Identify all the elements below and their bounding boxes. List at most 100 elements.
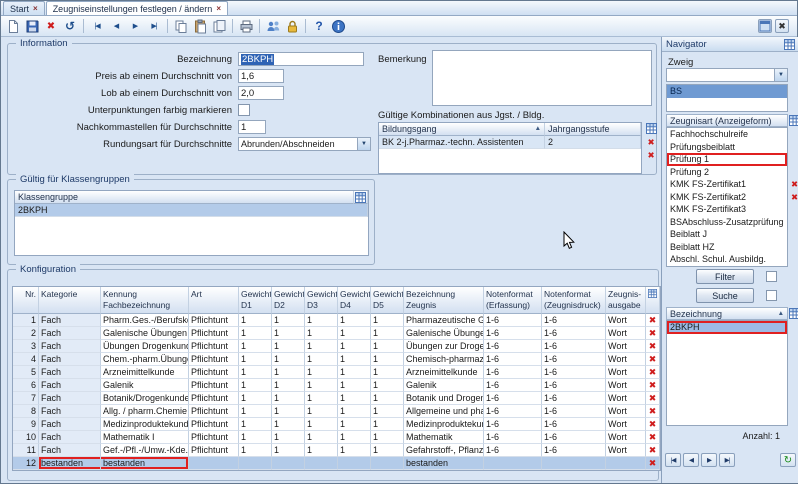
config-cell-g3[interactable]: 1	[305, 392, 338, 405]
config-cell-art[interactable]: Pflichtunt	[189, 340, 239, 353]
config-cell-kennung[interactable]: Chem.-pharm.Übungen	[101, 353, 189, 366]
config-cell-g3[interactable]	[305, 457, 338, 470]
config-cell-ausgabe[interactable]: Wort	[606, 379, 646, 392]
config-table-row[interactable]: 1FachPharm.Ges.-/Berufskde.Pflichtunt111…	[13, 314, 660, 327]
config-column-header[interactable]: Kennung Fachbezeichnung	[101, 287, 189, 314]
nav-last-icon[interactable]: ▶|	[719, 453, 735, 467]
config-column-header[interactable]: Gewicht D2	[272, 287, 305, 314]
config-cell-nr[interactable]: 5	[13, 366, 39, 379]
config-cell-ausgabe[interactable]: Wort	[606, 418, 646, 431]
undo-icon[interactable]: ↺	[61, 18, 79, 35]
nav-last-icon[interactable]: ▶|	[145, 18, 163, 35]
config-cell-g3[interactable]: 1	[305, 340, 338, 353]
config-cell-kennung[interactable]: Mathematik I	[101, 431, 189, 444]
zeugnisart-item[interactable]: Beiblatt J	[667, 228, 787, 241]
config-table-row[interactable]: 4FachChem.-pharm.ÜbungenPflichtunt11111C…	[13, 353, 660, 366]
config-cell-g5[interactable]: 1	[371, 340, 404, 353]
config-cell-g4[interactable]: 1	[338, 431, 371, 444]
chevron-down-icon[interactable]: ▼	[774, 69, 787, 81]
zeugnisart-item[interactable]: Fachhochschulreife	[667, 128, 787, 141]
config-cell-art[interactable]: Pflichtunt	[189, 405, 239, 418]
paste-icon[interactable]	[191, 18, 209, 35]
config-cell-g2[interactable]: 1	[272, 431, 305, 444]
bezeichnung-item[interactable]: 2BKPH	[667, 321, 787, 334]
nav-prev-icon[interactable]: ◀	[107, 18, 125, 35]
tab-close-icon[interactable]: ×	[33, 4, 38, 13]
config-cell-g5[interactable]: 1	[371, 418, 404, 431]
zeugnisart-item[interactable]: KMK FS-Zertifikat1	[667, 178, 787, 191]
config-cell-kennung[interactable]: Allg. / pharm.Chemie	[101, 405, 189, 418]
config-table-row[interactable]: 11FachGef.-/Pfl.-/Umw.-Kde.Pflichtunt111…	[13, 444, 660, 457]
config-cell-bezeichnung[interactable]: Gefahrstoff-, Pflanze...	[404, 444, 484, 457]
config-cell-nf1[interactable]: 1-6	[484, 405, 542, 418]
delete-row-icon[interactable]: ✖	[788, 190, 798, 203]
config-cell-g2[interactable]: 1	[272, 392, 305, 405]
nav-prev-icon[interactable]: ◀	[683, 453, 699, 467]
config-cell-kategorie[interactable]: Fach	[39, 340, 101, 353]
suche-checkbox[interactable]	[766, 290, 777, 301]
config-cell-g5[interactable]: 1	[371, 366, 404, 379]
config-cell-nf1[interactable]: 1-6	[484, 327, 542, 340]
config-cell-g4[interactable]: 1	[338, 379, 371, 392]
config-cell-bezeichnung[interactable]: Medizinproduktekun...	[404, 418, 484, 431]
config-column-header[interactable]: Kategorie	[39, 287, 101, 314]
config-cell-g4[interactable]: 1	[338, 340, 371, 353]
bemerkung-textarea[interactable]	[432, 50, 652, 106]
config-cell-nf2[interactable]: 1-6	[542, 444, 606, 457]
nav-first-icon[interactable]: |◀	[88, 18, 106, 35]
config-cell-art[interactable]: Pflichtunt	[189, 314, 239, 327]
delete-row-icon[interactable]: ✖	[646, 327, 660, 340]
bezeichnung-input[interactable]: 2BKPH	[238, 52, 364, 66]
config-cell-nr[interactable]: 1	[13, 314, 39, 327]
config-cell-art[interactable]: Pflichtunt	[189, 392, 239, 405]
config-cell-kategorie[interactable]: Fach	[39, 314, 101, 327]
config-cell-g4[interactable]: 1	[338, 405, 371, 418]
column-chooser-icon[interactable]	[788, 114, 798, 127]
config-cell-g5[interactable]: 1	[371, 353, 404, 366]
config-column-header[interactable]: Gewicht D3	[305, 287, 338, 314]
config-cell-g2[interactable]: 1	[272, 405, 305, 418]
config-cell-nf1[interactable]: 1-6	[484, 366, 542, 379]
tab-close-icon[interactable]: ×	[216, 4, 221, 13]
config-cell-kategorie[interactable]: Fach	[39, 444, 101, 457]
config-cell-g4[interactable]: 1	[338, 418, 371, 431]
config-cell-g5[interactable]	[371, 457, 404, 470]
tab-start[interactable]: Start ×	[3, 1, 45, 15]
config-cell-nr[interactable]: 3	[13, 340, 39, 353]
close-icon[interactable]: ✖	[775, 19, 789, 33]
config-cell-g2[interactable]: 1	[272, 327, 305, 340]
config-cell-bezeichnung[interactable]: Arzneimittelkunde	[404, 366, 484, 379]
config-cell-g4[interactable]: 1	[338, 314, 371, 327]
delete-row-icon[interactable]: ✖	[788, 177, 798, 190]
bezeichnung-header[interactable]: Bezeichnung ▲	[666, 307, 788, 320]
config-cell-ausgabe[interactable]: Wort	[606, 314, 646, 327]
config-cell-nf1[interactable]: 1-6	[484, 379, 542, 392]
zeugnisart-item[interactable]: Prüfung 1	[667, 153, 787, 166]
config-table-row[interactable]: 12bestandenbestandenbestanden✖	[13, 457, 660, 470]
config-cell-nr[interactable]: 10	[13, 431, 39, 444]
config-cell-g3[interactable]: 1	[305, 314, 338, 327]
config-cell-nf2[interactable]: 1-6	[542, 418, 606, 431]
config-cell-nr[interactable]: 7	[13, 392, 39, 405]
delete-row-icon[interactable]: ✖	[646, 314, 660, 327]
config-cell-art[interactable]: Pflichtunt	[189, 379, 239, 392]
delete-row-icon[interactable]: ✖	[646, 418, 660, 431]
config-cell-g2[interactable]	[272, 457, 305, 470]
config-cell-kennung[interactable]: Galenische Übungen	[101, 327, 189, 340]
config-cell-kategorie[interactable]: bestanden	[39, 457, 101, 470]
nav-next-icon[interactable]: ▶	[701, 453, 717, 467]
zeugnisart-item[interactable]: BSAbschluss-Zusatzprüfung	[667, 216, 787, 229]
config-cell-g3[interactable]: 1	[305, 379, 338, 392]
config-cell-art[interactable]: Pflichtunt	[189, 431, 239, 444]
config-table-row[interactable]: 3FachÜbungen DrogenkundePflichtunt11111Ü…	[13, 340, 660, 353]
config-cell-nf1[interactable]: 1-6	[484, 444, 542, 457]
config-cell-art[interactable]	[189, 457, 239, 470]
column-chooser-icon[interactable]	[788, 307, 798, 320]
nav-first-icon[interactable]: |◀	[665, 453, 681, 467]
config-cell-nr[interactable]: 2	[13, 327, 39, 340]
config-cell-g5[interactable]: 1	[371, 392, 404, 405]
config-column-header[interactable]: Bezeichnung Zeugnis	[404, 287, 484, 314]
column-header-jahrgangsstufe[interactable]: Jahrgangsstufe	[545, 123, 641, 136]
delete-row-icon[interactable]: ✖	[646, 379, 660, 392]
zeugnisart-item[interactable]: Prüfungsbeiblatt	[667, 141, 787, 154]
